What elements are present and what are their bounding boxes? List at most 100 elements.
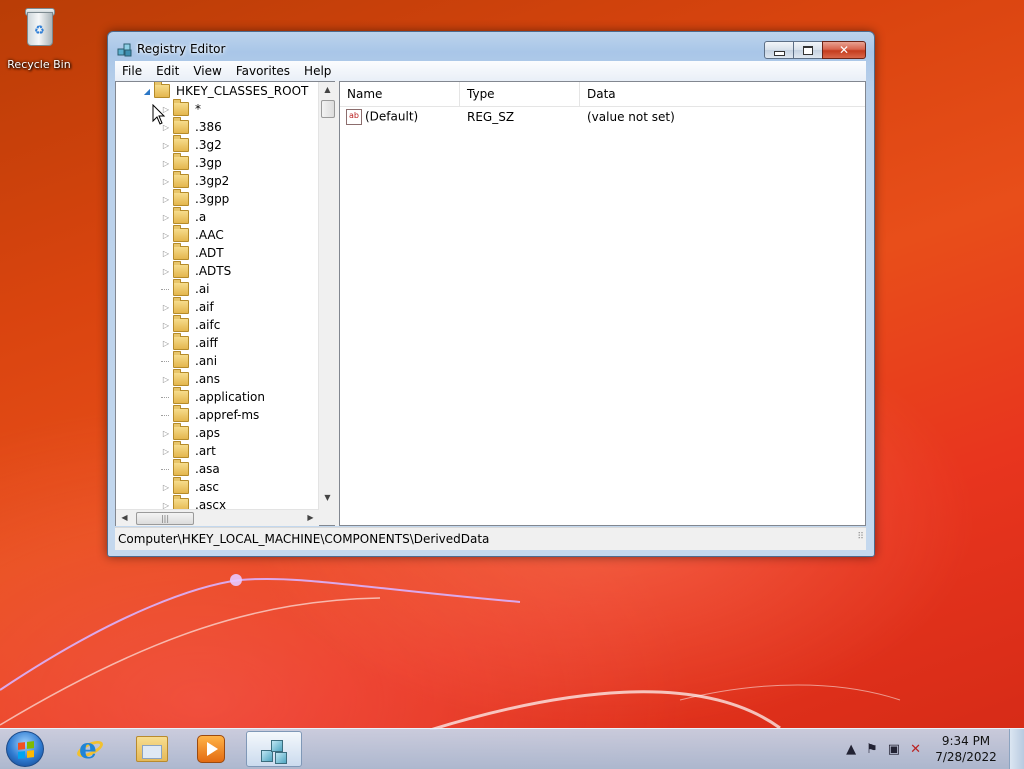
title-bar[interactable]: Registry Editor ✕	[108, 32, 874, 61]
expand-arrow-icon[interactable]: ▷	[161, 159, 171, 168]
minimize-button[interactable]	[764, 41, 794, 59]
close-button[interactable]: ✕	[822, 41, 866, 59]
expand-arrow-icon[interactable]: ▷	[161, 213, 171, 222]
tree-node[interactable]: .application	[161, 387, 265, 406]
expand-arrow-icon[interactable]: ▷	[161, 447, 171, 456]
tree-node-root[interactable]: ◢ HKEY_CLASSES_ROOT	[142, 82, 308, 100]
tree-node-label: .3gp	[195, 156, 222, 170]
tree-node[interactable]: ▷ .386	[161, 117, 222, 136]
volume-muted-icon[interactable]: ✕	[910, 742, 921, 757]
vertical-scroll-thumb[interactable]	[321, 100, 335, 118]
tree-node-label: .ans	[195, 372, 221, 386]
tree-node[interactable]: ▷ .3gpp	[161, 189, 230, 208]
menu-favorites[interactable]: Favorites	[229, 61, 297, 81]
folder-explorer-icon	[136, 736, 168, 762]
expand-arrow-icon[interactable]: ▷	[161, 483, 171, 492]
tree-node-label: .asa	[195, 462, 220, 476]
expand-arrow-icon[interactable]: ▷	[161, 267, 171, 276]
folder-icon	[173, 441, 189, 458]
value-type: REG_SZ	[467, 110, 515, 124]
taskbar-media-player[interactable]	[183, 731, 239, 767]
tree-node[interactable]: ▷ *	[161, 99, 201, 118]
folder-icon	[173, 135, 189, 152]
tree-node[interactable]: .ai	[161, 279, 210, 298]
expand-arrow-icon[interactable]: ▷	[161, 195, 171, 204]
network-icon[interactable]: ▣	[888, 742, 900, 757]
show-desktop-button[interactable]	[1009, 729, 1024, 769]
taskbar-windows-explorer[interactable]	[124, 731, 180, 767]
expand-arrow-icon[interactable]: ▷	[161, 141, 171, 150]
taskbar-internet-explorer[interactable]: e	[62, 731, 118, 767]
tree-node[interactable]: ▷ .ADT	[161, 243, 224, 262]
expand-arrow-icon[interactable]: ▷	[161, 429, 171, 438]
expand-arrow-icon[interactable]: ▷	[161, 177, 171, 186]
tree-node-label: .ADT	[195, 246, 224, 260]
value-row[interactable]: ab (Default) REG_SZ (value not set)	[340, 107, 865, 127]
clock[interactable]: 9:34 PM 7/28/2022	[931, 733, 1001, 765]
menu-file[interactable]: File	[115, 61, 149, 81]
tree-node[interactable]: ▷ .3gp2	[161, 171, 229, 190]
tree-node[interactable]: ▷ .art	[161, 441, 216, 460]
resize-grip-icon[interactable]: ⠿	[857, 526, 864, 548]
expand-arrow-icon[interactable]: ▷	[161, 249, 171, 258]
tree-node[interactable]: ▷ .asc	[161, 477, 219, 496]
menu-edit[interactable]: Edit	[149, 61, 186, 81]
registry-editor-window: Registry Editor ✕ File Edit View Favorit…	[107, 31, 875, 557]
values-list[interactable]: Name Type Data ab (Default) REG_SZ (value…	[339, 81, 866, 526]
menu-help[interactable]: Help	[297, 61, 338, 81]
column-header-name[interactable]: Name	[340, 82, 460, 106]
column-header-type[interactable]: Type	[460, 82, 580, 106]
tree-node[interactable]: ▷ .ascx	[161, 495, 226, 510]
status-bar: Computer\HKEY_LOCAL_MACHINE\COMPONENTS\D…	[115, 527, 866, 550]
recycle-bin[interactable]: ♻ Recycle Bin	[6, 6, 72, 71]
tree-node[interactable]: ▷ .3gp	[161, 153, 222, 172]
collapse-arrow-icon[interactable]: ◢	[142, 87, 152, 96]
folder-icon	[154, 82, 170, 98]
tree-node-label: .a	[195, 210, 207, 224]
menu-view[interactable]: View	[186, 61, 228, 81]
tree-node[interactable]: ▷ .a	[161, 207, 207, 226]
minimize-icon	[773, 50, 785, 56]
expand-arrow-icon[interactable]: ▷	[161, 231, 171, 240]
folder-icon	[173, 297, 189, 314]
expand-arrow-icon[interactable]: ▷	[161, 501, 171, 510]
tree-vertical-scrollbar[interactable]: ▲ ▼	[318, 82, 336, 509]
tree-node[interactable]: ▷ .ans	[161, 369, 221, 388]
horizontal-scroll-thumb[interactable]: |||	[136, 512, 194, 525]
expand-arrow-icon[interactable]: ▷	[161, 303, 171, 312]
scroll-left-arrow-icon[interactable]: ◀	[116, 513, 133, 522]
wallpaper-swoosh	[0, 574, 901, 730]
tree-node[interactable]: .asa	[161, 459, 220, 478]
internet-explorer-icon: e	[74, 732, 106, 765]
expand-arrow-icon[interactable]: ▷	[161, 339, 171, 348]
tree-node-label: .3gpp	[195, 192, 230, 206]
scroll-down-arrow-icon[interactable]: ▼	[319, 493, 336, 502]
column-header-data[interactable]: Data	[580, 82, 865, 106]
tree-node[interactable]: .appref-ms	[161, 405, 259, 424]
tree-node[interactable]: ▷ .aif	[161, 297, 214, 316]
expand-arrow-icon[interactable]: ▷	[161, 375, 171, 384]
tree-leaf-connector	[161, 468, 169, 470]
tree-node[interactable]: ▷ .aiff	[161, 333, 218, 352]
scroll-right-arrow-icon[interactable]: ▶	[302, 513, 319, 522]
action-center-flag-icon[interactable]: ⚑	[866, 742, 878, 757]
tree-node[interactable]: .ani	[161, 351, 217, 370]
window-title: Registry Editor	[137, 42, 226, 56]
tree-node[interactable]: ▷ .ADTS	[161, 261, 231, 280]
folder-icon	[173, 387, 189, 404]
maximize-button[interactable]	[793, 41, 823, 59]
tree-node[interactable]: ▷ .aifc	[161, 315, 220, 334]
key-tree[interactable]: ◢ HKEY_CLASSES_ROOT ▷ * ▷ .386 ▷ .3g2 ▷ .3gp ▷ .3…	[115, 81, 336, 526]
tree-node[interactable]: ▷ .aps	[161, 423, 220, 442]
folder-icon	[173, 477, 189, 494]
scroll-up-arrow-icon[interactable]: ▲	[319, 85, 336, 94]
tree-horizontal-scrollbar[interactable]: ◀ ||| ▶	[116, 509, 319, 526]
tree-node[interactable]: ▷ .AAC	[161, 225, 224, 244]
show-hidden-icons-arrow-icon[interactable]: ▲	[846, 742, 856, 757]
tree-node[interactable]: ▷ .3g2	[161, 135, 222, 154]
taskbar: e ▲ ⚑ ▣ ✕ 9:34 PM 7/28/2022	[0, 728, 1024, 769]
taskbar-registry-editor[interactable]	[246, 731, 302, 767]
start-button[interactable]	[6, 731, 44, 767]
clock-time: 9:34 PM	[941, 734, 991, 748]
expand-arrow-icon[interactable]: ▷	[161, 321, 171, 330]
